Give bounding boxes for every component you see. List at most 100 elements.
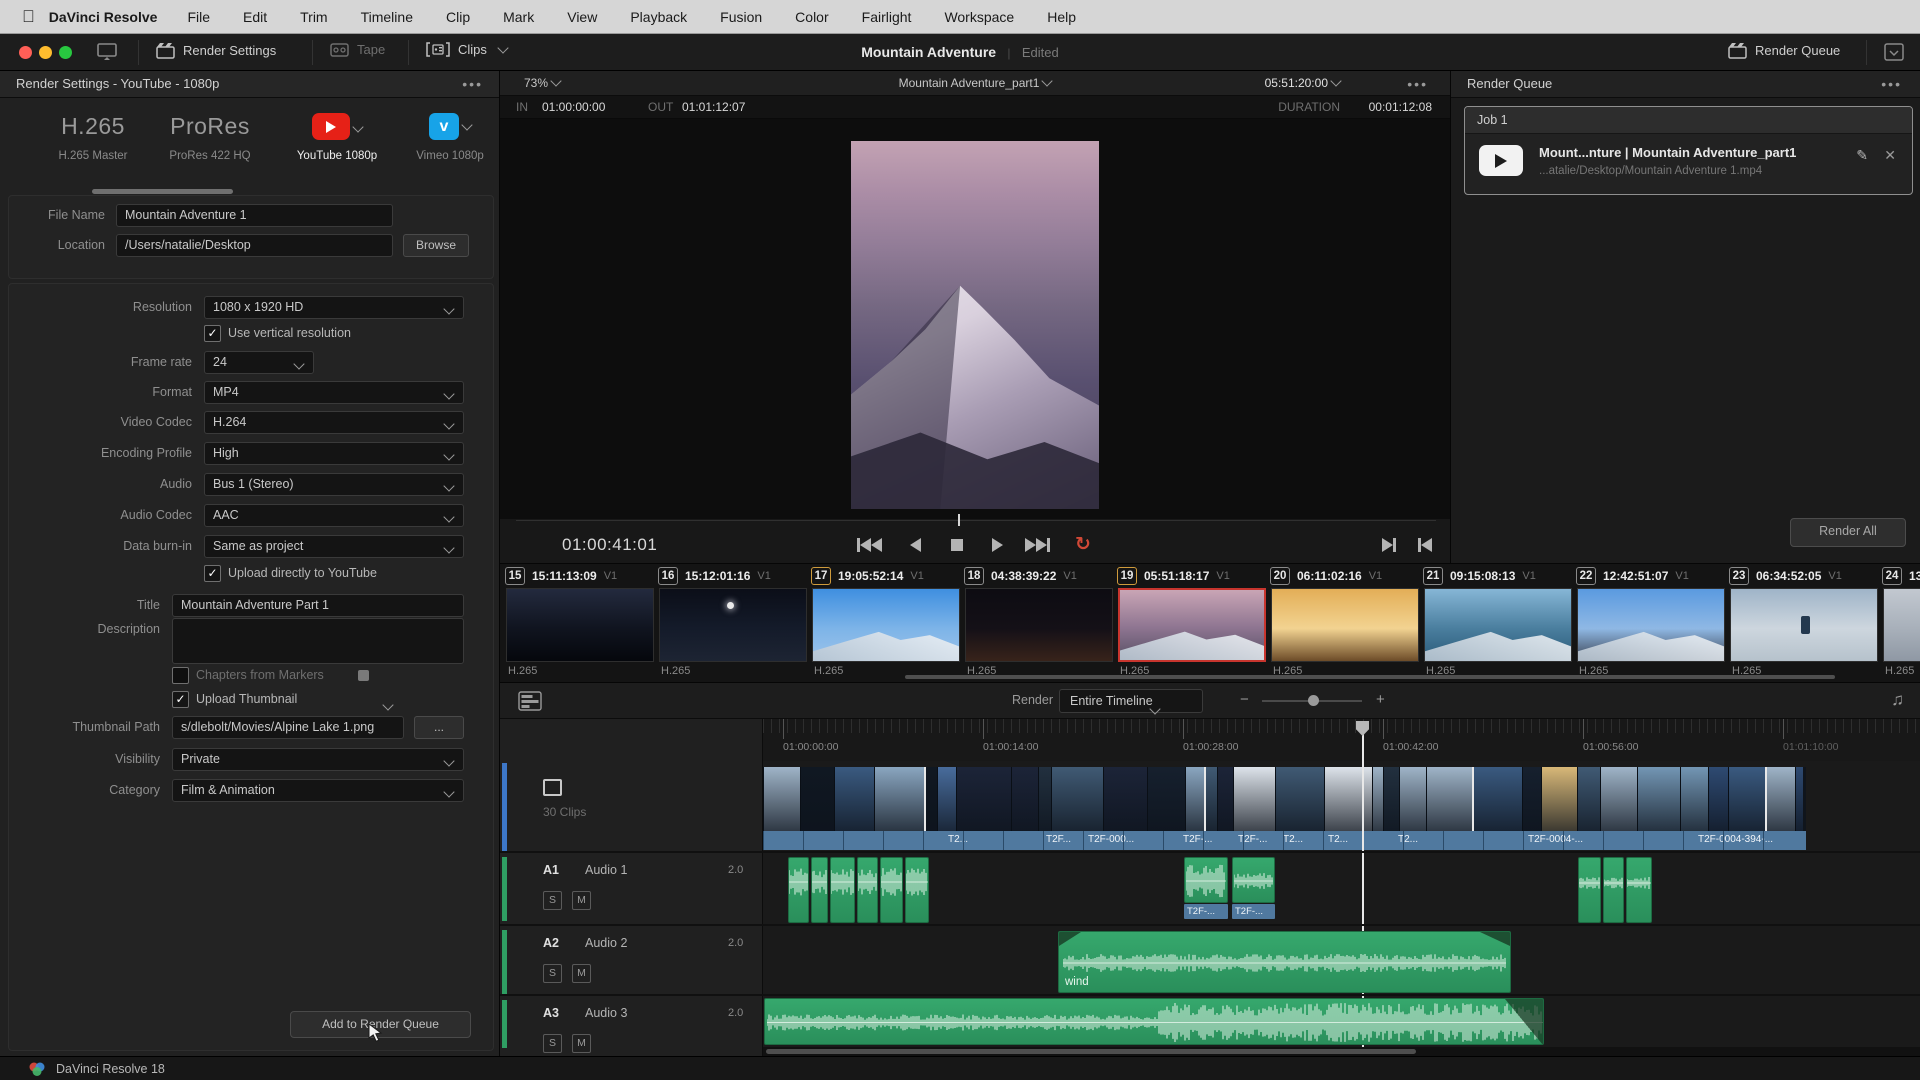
menu-item-view[interactable]: View — [567, 9, 597, 25]
clip-strip-item[interactable]: 1615:12:01:16V1H.265 — [658, 564, 811, 683]
clip-thumbnail[interactable] — [812, 588, 960, 662]
preset-vimeo-1080p[interactable]: vVimeo 1080p — [405, 113, 495, 162]
zoom-out-icon[interactable]: − — [1240, 691, 1249, 708]
browse-button[interactable]: Browse — [403, 234, 469, 257]
visibility-select[interactable]: Private — [172, 748, 464, 771]
resolution-select[interactable]: 1080 x 1920 HD — [204, 296, 464, 319]
loop-button[interactable]: ↻ — [1066, 533, 1100, 557]
menu-item-playback[interactable]: Playback — [630, 9, 687, 25]
edit-job-icon[interactable]: ✎ — [1856, 147, 1868, 164]
solo-button[interactable]: S — [543, 1034, 562, 1053]
marker-color-swatch[interactable] — [358, 670, 369, 681]
video-codec-select[interactable]: H.264 — [204, 411, 464, 434]
video-clip-thumbnail[interactable] — [1038, 767, 1051, 831]
play-button[interactable] — [980, 533, 1014, 557]
menu-item-color[interactable]: Color — [795, 9, 828, 25]
remove-job-icon[interactable]: ✕ — [1884, 147, 1896, 164]
render-queue-options-icon[interactable]: ••• — [1881, 71, 1902, 97]
menu-item-workspace[interactable]: Workspace — [944, 9, 1014, 25]
audio-clip[interactable] — [1232, 857, 1275, 903]
data-burn-in-select[interactable]: Same as project — [204, 535, 464, 558]
clip-thumbnail[interactable] — [1577, 588, 1725, 662]
presets-scrollbar[interactable] — [92, 189, 233, 194]
video-clip-thumbnail[interactable] — [956, 767, 1011, 831]
audio-select[interactable]: Bus 1 (Stereo) — [204, 473, 464, 496]
mute-button[interactable]: M — [572, 1034, 591, 1053]
clip-strip-item[interactable]: 2109:15:08:13V1H.265 — [1423, 564, 1576, 683]
audio-clip[interactable] — [830, 857, 855, 923]
viewer-timecode-select[interactable]: 05:51:20:00 — [1265, 76, 1340, 90]
mute-button[interactable]: M — [572, 891, 591, 910]
thumbnail-path-input[interactable]: s/dlebolt/Movies/Alpine Lake 1.png — [172, 716, 404, 739]
render-all-button[interactable]: Render All — [1790, 518, 1906, 547]
audio-clip-wind[interactable]: wind — [1058, 931, 1511, 993]
video-clip-thumbnail[interactable] — [834, 767, 874, 831]
audio-meters-icon[interactable]: ♫ — [1891, 690, 1904, 710]
video-clip-thumbnail[interactable] — [874, 767, 924, 831]
video-clip-thumbnail[interactable] — [1185, 767, 1204, 831]
play-reverse-button[interactable] — [898, 533, 932, 557]
solo-button[interactable]: S — [543, 964, 562, 983]
video-clip-thumbnail[interactable] — [1541, 767, 1577, 831]
video-track-clips[interactable] — [763, 767, 1806, 831]
previous-clip-button[interactable] — [1408, 533, 1442, 557]
clip-strip-item[interactable]: 1804:38:39:22V1H.265 — [964, 564, 1117, 683]
audio-clip-a3[interactable] — [764, 998, 1544, 1045]
last-frame-button[interactable] — [1020, 533, 1054, 557]
menu-item-help[interactable]: Help — [1047, 9, 1076, 25]
file-name-input[interactable]: Mountain Adventure 1 — [116, 204, 393, 227]
menu-item-edit[interactable]: Edit — [243, 9, 267, 25]
clip-strip-item[interactable]: 1905:51:18:17V1H.265 — [1117, 564, 1270, 683]
video-track-enable-toggle[interactable] — [543, 779, 562, 796]
timeline-view-options-icon[interactable] — [518, 691, 542, 711]
timeline-ruler[interactable]: 01:00:00:0001:00:14:0001:00:28:0001:00:4… — [763, 719, 1920, 761]
viewer-options-icon[interactable]: ••• — [1407, 76, 1428, 92]
viewer-scrub-position[interactable] — [958, 514, 960, 526]
render-queue-button[interactable]: Render Queue — [1728, 42, 1840, 59]
clip-strip-item[interactable]: 1719:05:52:14V1H.265 — [811, 564, 964, 683]
youtube-title-input[interactable]: Mountain Adventure Part 1 — [172, 594, 464, 617]
apple-menu-icon[interactable]:  — [22, 7, 35, 27]
app-menu[interactable]: DaVinci Resolve — [49, 9, 158, 25]
video-clip-thumbnail[interactable] — [1233, 767, 1275, 831]
zoom-in-icon[interactable]: + — [1376, 691, 1385, 708]
video-clip-thumbnail[interactable] — [800, 767, 834, 831]
solo-button[interactable]: S — [543, 891, 562, 910]
clip-thumbnail[interactable] — [1424, 588, 1572, 662]
menu-item-trim[interactable]: Trim — [300, 9, 327, 25]
description-input[interactable] — [172, 618, 464, 664]
clip-thumbnail[interactable] — [965, 588, 1113, 662]
clip-thumbnail[interactable] — [1730, 588, 1878, 662]
video-clip-thumbnail[interactable] — [1426, 767, 1472, 831]
panel-options-icon[interactable]: ••• — [462, 71, 483, 97]
video-clip-thumbnail[interactable] — [1011, 767, 1038, 831]
video-preview[interactable] — [851, 141, 1099, 509]
use-vertical-checkbox[interactable]: ✓ — [204, 325, 221, 342]
location-input[interactable]: /Users/natalie/Desktop — [116, 234, 393, 257]
clip-strip-scrollbar[interactable] — [905, 675, 1835, 679]
mute-button[interactable]: M — [572, 964, 591, 983]
video-clip-thumbnail[interactable] — [763, 767, 800, 831]
clip-strip-item[interactable]: 1515:11:13:09V1H.265 — [505, 564, 658, 683]
layout-preset-icon[interactable] — [1884, 43, 1904, 61]
video-clip-thumbnail[interactable] — [1399, 767, 1426, 831]
thumbnail-browse-button[interactable]: ... — [414, 716, 464, 739]
category-select[interactable]: Film & Animation — [172, 779, 464, 802]
clip-thumbnail[interactable] — [1883, 588, 1920, 662]
clip-strip-item[interactable]: 2413H.265 — [1882, 564, 1920, 683]
video-clip-thumbnail[interactable] — [1275, 767, 1324, 831]
video-clip-thumbnail[interactable] — [1051, 767, 1103, 831]
audio-clip[interactable] — [880, 857, 903, 923]
video-clip-thumbnail[interactable] — [1577, 767, 1600, 831]
next-clip-button[interactable] — [1372, 533, 1406, 557]
clip-thumbnail[interactable] — [659, 588, 807, 662]
timeline-zoom-handle[interactable] — [1308, 695, 1319, 706]
clip-strip-item[interactable]: 2006:11:02:16V1H.265 — [1270, 564, 1423, 683]
video-clip-thumbnail[interactable] — [1372, 767, 1383, 831]
frame-rate-select[interactable]: 24 — [204, 351, 314, 374]
upload-thumbnail-checkbox[interactable]: ✓ — [172, 691, 189, 708]
timeline-scrollbar-thumb[interactable] — [766, 1049, 1416, 1054]
encoding-profile-select[interactable]: High — [204, 442, 464, 465]
menu-item-fairlight[interactable]: Fairlight — [862, 9, 912, 25]
video-clip-thumbnail[interactable] — [1103, 767, 1147, 831]
